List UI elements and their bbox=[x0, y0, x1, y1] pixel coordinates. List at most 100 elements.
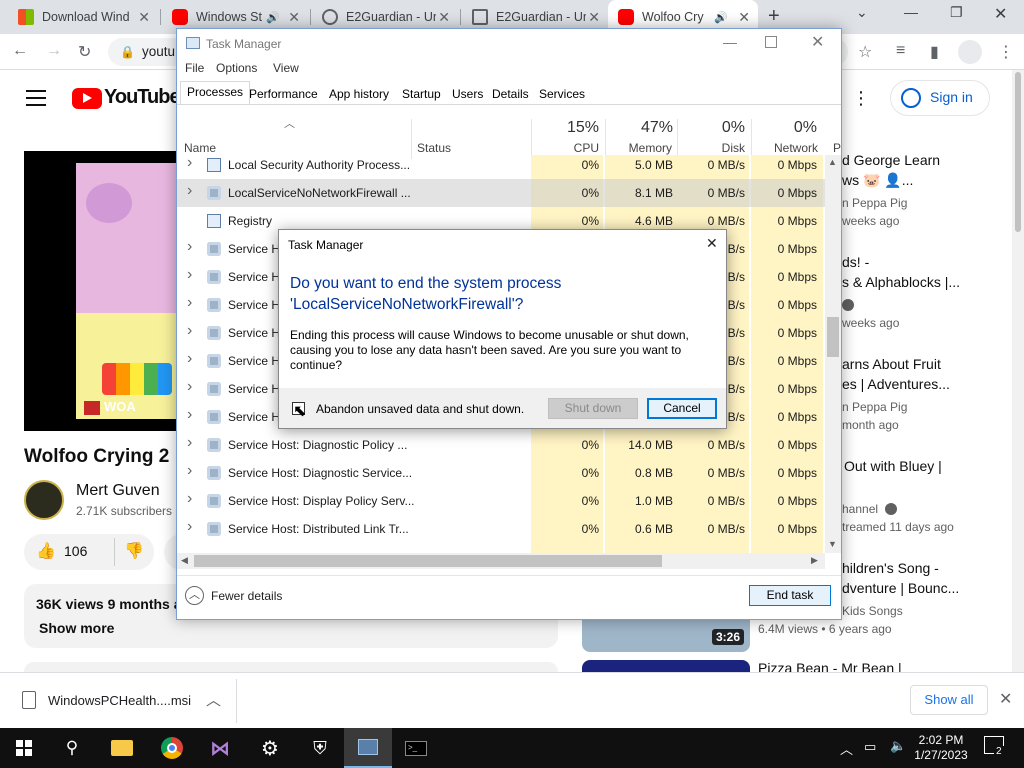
page-scrollbar[interactable] bbox=[1012, 70, 1024, 672]
task-manager-taskbar-icon[interactable] bbox=[344, 728, 392, 768]
close-tab-icon[interactable]: ✕ bbox=[138, 9, 150, 26]
thumbs-up-icon[interactable]: 👍 bbox=[36, 541, 56, 561]
process-row[interactable]: › Service Host: Distributed Link Tr... 0% 0… bbox=[177, 515, 825, 543]
column-power-truncated[interactable]: P bbox=[833, 141, 841, 155]
network-total-percent[interactable]: 0% bbox=[753, 119, 817, 137]
tab-search-chevron-icon[interactable]: ⌄ bbox=[856, 4, 868, 21]
rec-3-channel[interactable]: n Peppa Pig bbox=[842, 400, 907, 414]
scrollbar-thumb[interactable] bbox=[827, 317, 839, 357]
rec-5-title-line1[interactable]: hildren's Song - bbox=[842, 560, 939, 576]
abandon-data-label[interactable]: Abandon unsaved data and shut down. bbox=[316, 402, 524, 416]
disk-total-percent[interactable]: 0% bbox=[679, 119, 745, 137]
expand-chevron-icon[interactable]: › bbox=[187, 490, 192, 508]
cancel-button[interactable]: Cancel bbox=[647, 398, 717, 419]
like-count[interactable]: 106 bbox=[64, 543, 87, 559]
security-shield-icon[interactable]: ⛨ bbox=[296, 728, 344, 768]
process-row[interactable]: › Local Security Authority Process... 0% 5.… bbox=[177, 155, 825, 179]
network-icon[interactable]: ▭ bbox=[864, 739, 876, 755]
minimize-icon[interactable]: — bbox=[723, 34, 737, 50]
scroll-left-arrow-icon[interactable]: ◀ bbox=[181, 555, 188, 566]
process-row[interactable]: › Service Host: Display Policy Serv... 0% 1… bbox=[177, 487, 825, 515]
rec-1-channel[interactable]: n Peppa Pig bbox=[842, 196, 907, 210]
close-tab-icon[interactable]: ✕ bbox=[738, 9, 750, 26]
expand-chevron-icon[interactable]: › bbox=[187, 294, 192, 312]
rec-4-channel[interactable]: hannel bbox=[842, 502, 878, 516]
column-disk[interactable]: Disk bbox=[679, 141, 745, 155]
end-task-button[interactable]: End task bbox=[749, 585, 831, 606]
volume-icon[interactable]: 🔈 bbox=[890, 738, 906, 754]
start-button[interactable] bbox=[0, 728, 48, 768]
process-row[interactable]: › LocalServiceNoNetworkFirewall ... 0% 8.1 … bbox=[177, 179, 825, 207]
column-name[interactable]: Name bbox=[184, 141, 216, 155]
cpu-total-percent[interactable]: 15% bbox=[533, 119, 599, 137]
expand-chevron-icon[interactable]: › bbox=[187, 238, 192, 256]
tab-users[interactable]: Users bbox=[445, 83, 490, 104]
browser-tab-1[interactable]: Download Wind ✕ bbox=[8, 0, 158, 34]
fewer-details-chevron-icon[interactable]: ︿ bbox=[185, 586, 204, 605]
rec-1-title-line1[interactable]: d George Learn bbox=[842, 152, 940, 168]
new-tab-button[interactable]: + bbox=[768, 5, 780, 28]
close-icon[interactable]: ✕ bbox=[811, 32, 824, 52]
expand-chevron-icon[interactable]: › bbox=[187, 518, 192, 536]
browser-menu-icon[interactable]: ⋮ bbox=[998, 42, 1014, 62]
rec-3-title-line2[interactable]: es | Adventures... bbox=[842, 376, 950, 392]
column-cpu[interactable]: CPU bbox=[533, 141, 599, 155]
media-control-icon[interactable]: ≡ bbox=[896, 42, 905, 60]
rec-5-title-line2[interactable]: dventure | Bounc... bbox=[842, 580, 959, 596]
page-scrollbar-thumb[interactable] bbox=[1015, 72, 1021, 232]
close-tab-icon[interactable]: ✕ bbox=[288, 9, 300, 26]
forward-arrow-icon[interactable]: → bbox=[46, 42, 62, 60]
dialog-close-icon[interactable]: ✕ bbox=[706, 235, 718, 252]
tray-overflow-chevron-icon[interactable]: ︿ bbox=[840, 739, 853, 758]
expand-chevron-icon[interactable]: › bbox=[187, 182, 192, 200]
menu-options[interactable]: Options bbox=[216, 61, 257, 75]
maximize-icon[interactable] bbox=[765, 36, 777, 48]
search-icon[interactable]: ⚲ bbox=[48, 728, 96, 768]
menu-file[interactable]: File bbox=[185, 61, 204, 75]
column-network[interactable]: Network bbox=[753, 141, 818, 155]
rec-1-title-line2[interactable]: ws 🐷 👤... bbox=[842, 172, 913, 189]
task-manager-titlebar[interactable]: Task Manager — ✕ bbox=[177, 29, 841, 59]
hamburger-menu-icon[interactable] bbox=[26, 90, 46, 106]
terminal-icon[interactable]: >_ bbox=[392, 728, 440, 768]
memory-total-percent[interactable]: 47% bbox=[607, 119, 673, 137]
rec-5-channel[interactable]: Kids Songs bbox=[842, 604, 903, 618]
rec-3-title-line1[interactable]: arns About Fruit bbox=[842, 356, 941, 372]
process-row[interactable]: › Service Host: Diagnostic Policy ... 0% 14… bbox=[177, 431, 825, 459]
restore-icon[interactable]: ❐ bbox=[950, 4, 963, 21]
close-window-icon[interactable]: ✕ bbox=[994, 4, 1007, 24]
menu-view[interactable]: View bbox=[273, 61, 299, 75]
close-tab-icon[interactable]: ✕ bbox=[438, 9, 450, 26]
settings-dots-icon[interactable]: ⋮ bbox=[852, 88, 870, 109]
expand-chevron-icon[interactable]: › bbox=[187, 378, 192, 396]
back-arrow-icon[interactable]: ← bbox=[12, 42, 28, 60]
rec-2-title-line2[interactable]: s & Alphablocks |... bbox=[842, 274, 960, 290]
channel-avatar[interactable] bbox=[24, 480, 64, 520]
youtube-logo-icon[interactable] bbox=[72, 88, 102, 109]
tab-services[interactable]: Services bbox=[532, 83, 592, 104]
horizontal-scrollbar[interactable]: ◀ ▶ bbox=[177, 553, 825, 569]
scroll-right-arrow-icon[interactable]: ▶ bbox=[811, 555, 818, 566]
profile-avatar-icon[interactable] bbox=[958, 40, 982, 64]
sign-in-button[interactable]: Sign in bbox=[890, 80, 990, 116]
scroll-up-arrow-icon[interactable]: ▲ bbox=[828, 157, 837, 167]
thumbs-down-icon[interactable]: 👎 bbox=[124, 541, 144, 561]
chrome-icon[interactable] bbox=[148, 728, 196, 768]
tab-performance[interactable]: Performance bbox=[242, 83, 325, 104]
youtube-logo-text[interactable]: YouTube bbox=[104, 86, 181, 109]
side-panel-icon[interactable]: ▮ bbox=[930, 42, 939, 62]
sort-up-chevron-icon[interactable]: ︿ bbox=[284, 115, 295, 131]
process-row[interactable]: › Service Host: Diagnostic Service... 0% 0.… bbox=[177, 459, 825, 487]
clock[interactable]: 2:02 PM 1/27/2023 bbox=[913, 733, 969, 763]
rec-5-thumbnail[interactable]: 3:26 bbox=[582, 620, 750, 652]
tab-startup[interactable]: Startup bbox=[395, 83, 448, 104]
bookmark-star-icon[interactable]: ☆ bbox=[858, 42, 872, 62]
minimize-icon[interactable]: — bbox=[904, 4, 918, 20]
video-player[interactable]: WOA bbox=[24, 151, 180, 431]
close-download-bar-icon[interactable]: ✕ bbox=[999, 689, 1012, 709]
column-status[interactable]: Status bbox=[417, 141, 451, 155]
column-memory[interactable]: Memory bbox=[607, 141, 672, 155]
reload-icon[interactable]: ↻ bbox=[78, 42, 91, 62]
audio-playing-icon[interactable]: 🔊 bbox=[714, 11, 728, 24]
show-all-button[interactable]: Show all bbox=[910, 685, 988, 715]
